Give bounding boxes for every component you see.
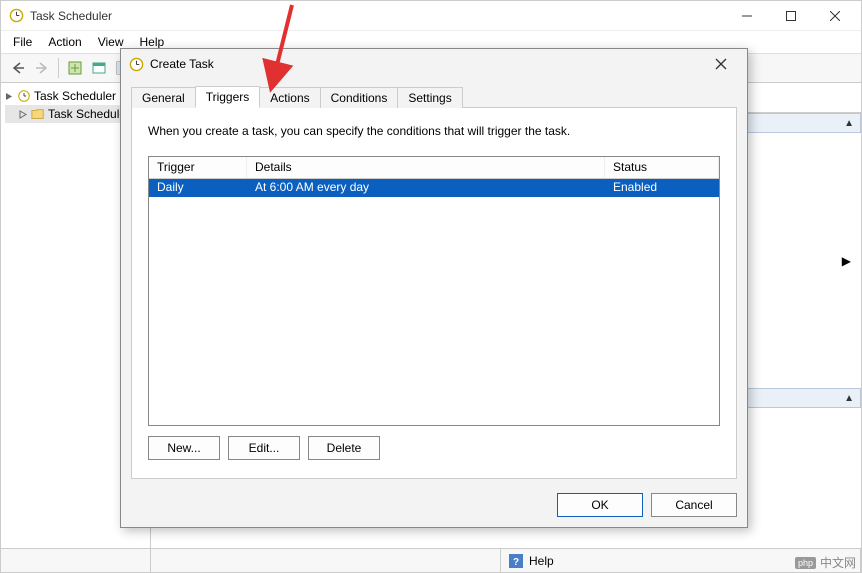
svg-text:?: ? bbox=[513, 557, 519, 568]
tab-settings[interactable]: Settings bbox=[397, 87, 462, 108]
scroll-up-icon: ▲ bbox=[844, 393, 854, 404]
tree-root-label: Task Scheduler (L bbox=[34, 89, 130, 103]
triggers-button-row: New... Edit... Delete bbox=[148, 436, 720, 460]
dialog-close-button[interactable] bbox=[703, 51, 739, 77]
ok-button[interactable]: OK bbox=[557, 493, 643, 517]
help-icon: ? bbox=[509, 554, 523, 568]
watermark: php 中文网 bbox=[795, 554, 856, 571]
minimize-button[interactable] bbox=[725, 2, 769, 30]
main-title: Task Scheduler bbox=[30, 9, 725, 23]
main-titlebar: Task Scheduler bbox=[1, 1, 861, 31]
dialog-footer: OK Cancel bbox=[131, 493, 737, 517]
dialog-title: Create Task bbox=[150, 57, 703, 71]
status-help-label: Help bbox=[529, 554, 554, 568]
trigger-cell-details: At 6:00 AM every day bbox=[247, 179, 605, 197]
forward-button[interactable] bbox=[31, 57, 53, 79]
back-button[interactable] bbox=[7, 57, 29, 79]
delete-button[interactable]: Delete bbox=[308, 436, 380, 460]
triggers-list[interactable]: Trigger Details Status Daily At 6:00 AM … bbox=[148, 156, 720, 426]
tree-library-label: Task Schedule bbox=[48, 107, 126, 121]
close-icon bbox=[715, 58, 727, 70]
status-cell-2 bbox=[151, 549, 501, 572]
task-scheduler-icon bbox=[17, 89, 31, 103]
trigger-row[interactable]: Daily At 6:00 AM every day Enabled bbox=[149, 179, 719, 197]
close-button[interactable] bbox=[813, 2, 857, 30]
triggers-tabpage: When you create a task, you can specify … bbox=[131, 107, 737, 479]
trigger-cell-name: Daily bbox=[149, 179, 247, 197]
cancel-button[interactable]: Cancel bbox=[651, 493, 737, 517]
edit-button[interactable]: Edit... bbox=[228, 436, 300, 460]
new-button[interactable]: New... bbox=[148, 436, 220, 460]
dialog-titlebar: Create Task bbox=[121, 49, 747, 79]
collapse-icon[interactable] bbox=[5, 92, 14, 101]
triggers-description: When you create a task, you can specify … bbox=[148, 124, 720, 138]
watermark-php: php bbox=[795, 557, 816, 569]
toolbar-separator bbox=[58, 58, 59, 78]
scroll-up-icon: ▲ bbox=[844, 118, 854, 129]
menu-file[interactable]: File bbox=[5, 33, 40, 51]
dialog-tabs: General Triggers Actions Conditions Sett… bbox=[131, 83, 737, 107]
task-scheduler-icon bbox=[9, 8, 24, 23]
tab-actions[interactable]: Actions bbox=[259, 87, 320, 108]
status-cell-1 bbox=[1, 549, 151, 572]
col-details[interactable]: Details bbox=[247, 157, 605, 178]
folder-icon bbox=[31, 107, 45, 121]
col-status[interactable]: Status bbox=[605, 157, 719, 178]
trigger-cell-status: Enabled bbox=[605, 179, 719, 197]
create-task-dialog: Create Task General Triggers Actions Con… bbox=[120, 48, 748, 528]
watermark-text: 中文网 bbox=[820, 554, 856, 571]
tab-triggers[interactable]: Triggers bbox=[195, 86, 261, 108]
menu-action[interactable]: Action bbox=[40, 33, 89, 51]
tab-general[interactable]: General bbox=[131, 87, 196, 108]
expand-icon[interactable] bbox=[19, 110, 28, 119]
toolbar-btn-2[interactable] bbox=[88, 57, 110, 79]
maximize-button[interactable] bbox=[769, 2, 813, 30]
triggers-header: Trigger Details Status bbox=[149, 157, 719, 179]
statusbar: ? Help bbox=[1, 548, 861, 572]
tab-conditions[interactable]: Conditions bbox=[320, 87, 399, 108]
toolbar-btn-1[interactable] bbox=[64, 57, 86, 79]
task-scheduler-icon bbox=[129, 57, 144, 72]
col-trigger[interactable]: Trigger bbox=[149, 157, 247, 178]
expand-right-icon[interactable]: ▶ bbox=[842, 254, 851, 268]
